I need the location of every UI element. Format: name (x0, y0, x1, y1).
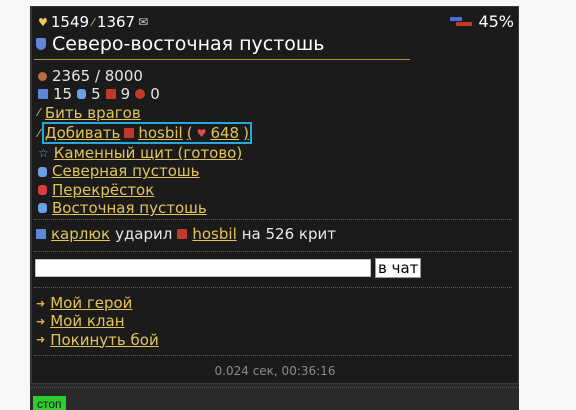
game-panel: ♥ 1549 ⁄ 1367 ✉ 45% Северо-восточная пус… (31, 6, 519, 384)
arrow-right-icon: ➜ (36, 314, 46, 328)
divider (34, 355, 512, 356)
attacker-link[interactable]: карлюк (51, 225, 110, 243)
finish-hp-value[interactable]: 648 (210, 124, 239, 142)
health-value: 1549 (50, 13, 90, 31)
right-margin (519, 0, 576, 410)
charge-indicator: 45% (450, 12, 514, 31)
log-verb: ударил (115, 225, 173, 243)
leave-battle-link[interactable]: Покинуть бой (50, 331, 158, 349)
stop-button[interactable]: стоп (33, 396, 66, 410)
sword-icon: ⁄ (38, 106, 40, 120)
finish-target-name[interactable]: hosbil (138, 124, 182, 142)
menu-item-hero[interactable]: ➜ Мой герой (36, 294, 159, 312)
east-link[interactable]: Восточная пустошь (52, 199, 207, 217)
divider (34, 251, 512, 252)
action-east[interactable]: Восточная пустошь (38, 199, 252, 217)
target-link[interactable]: hosbil (192, 225, 236, 243)
heart-icon: ♥ (38, 15, 48, 29)
status-bar: ♥ 1549 ⁄ 1367 ✉ (38, 13, 148, 31)
fight-enemies-link[interactable]: Бить врагов (45, 104, 141, 122)
divider (34, 219, 512, 220)
red-team-icon (105, 89, 116, 100)
action-fight[interactable]: ⁄ Бить врагов (38, 104, 252, 122)
finish-target-highlight[interactable]: Добивать hosbil ( ♥ 648 ) (41, 121, 252, 145)
divider (34, 287, 512, 288)
action-north[interactable]: Северная пустошь (38, 162, 252, 180)
blue-team-icon (36, 229, 46, 239)
location-title: Северо-восточная пустошь (52, 33, 325, 55)
location-icon (38, 166, 47, 177)
action-stone-shield[interactable]: ☆ Каменный щит (готово) (38, 144, 252, 162)
finish-hp-close[interactable]: ) (243, 124, 249, 142)
action-finish[interactable]: ⁄ Добивать hosbil ( ♥ 648 ) (38, 121, 252, 145)
chat-form: в чат (35, 258, 422, 278)
battery-percent: 45% (478, 12, 514, 31)
red-team-icon (124, 128, 135, 139)
arrow-right-icon: ➜ (36, 296, 46, 310)
menu-item-leave[interactable]: ➜ Покинуть бой (36, 331, 159, 349)
stone-shield-link[interactable]: Каменный щит (готово) (54, 144, 242, 162)
mail-icon[interactable]: ✉ (138, 16, 148, 28)
shield-count: 5 (91, 85, 101, 104)
info-block: 2365 / 8000 15 5 9 0 ⁄ Бить врагов ⁄ Доб… (38, 67, 252, 217)
location-header: Северо-восточная пустошь (36, 33, 325, 55)
team-stats-row: 15 5 9 0 (38, 85, 252, 103)
clan-link[interactable]: Мой клан (50, 312, 124, 330)
cross-count: 0 (150, 85, 160, 104)
progress-value: 2365 / 8000 (52, 67, 143, 85)
battery-icon (450, 16, 473, 27)
gear-icon (38, 71, 47, 81)
chat-input[interactable] (35, 259, 371, 277)
send-chat-button[interactable]: в чат (375, 258, 422, 278)
blue-team-icon (38, 89, 48, 100)
energy-value: 1367 (96, 13, 136, 31)
log-rest: на 526 крит (241, 225, 336, 243)
heart-icon: ♥ (196, 126, 207, 140)
left-margin (0, 0, 30, 410)
main-menu: ➜ Мой герой ➜ Мой клан ➜ Покинуть бой (36, 294, 159, 349)
red-count: 9 (120, 85, 131, 104)
finish-hp-open[interactable]: ( (187, 124, 193, 142)
north-link[interactable]: Северная пустошь (52, 162, 200, 180)
location-icon (38, 184, 47, 195)
sword-icon: ⁄ (38, 126, 40, 140)
page-timing: 0.024 сек, 00:36:16 (214, 364, 336, 378)
crossroads-link[interactable]: Перекрёсток (52, 181, 154, 199)
screen: ♥ 1549 ⁄ 1367 ✉ 45% Северо-восточная пус… (0, 0, 576, 410)
location-icon (38, 203, 47, 214)
star-icon: ☆ (38, 146, 49, 161)
arrow-right-icon: ➜ (36, 333, 46, 347)
finish-link[interactable]: Добивать (45, 124, 121, 142)
shield-small-icon (77, 89, 87, 100)
title-divider (34, 59, 410, 60)
blue-count: 15 (53, 85, 73, 104)
hero-link[interactable]: Мой герой (50, 294, 132, 312)
energy-icon: ⁄ (92, 15, 94, 29)
combat-log-entry: карлюк ударил hosbil на 526 крит (36, 225, 336, 243)
cross-icon (135, 89, 146, 100)
divider (31, 387, 519, 388)
menu-item-clan[interactable]: ➜ Мой клан (36, 312, 159, 330)
red-team-icon (177, 229, 188, 239)
progress-row: 2365 / 8000 (38, 67, 252, 85)
action-crossroads[interactable]: Перекрёсток (38, 181, 252, 199)
shield-icon (36, 38, 46, 50)
